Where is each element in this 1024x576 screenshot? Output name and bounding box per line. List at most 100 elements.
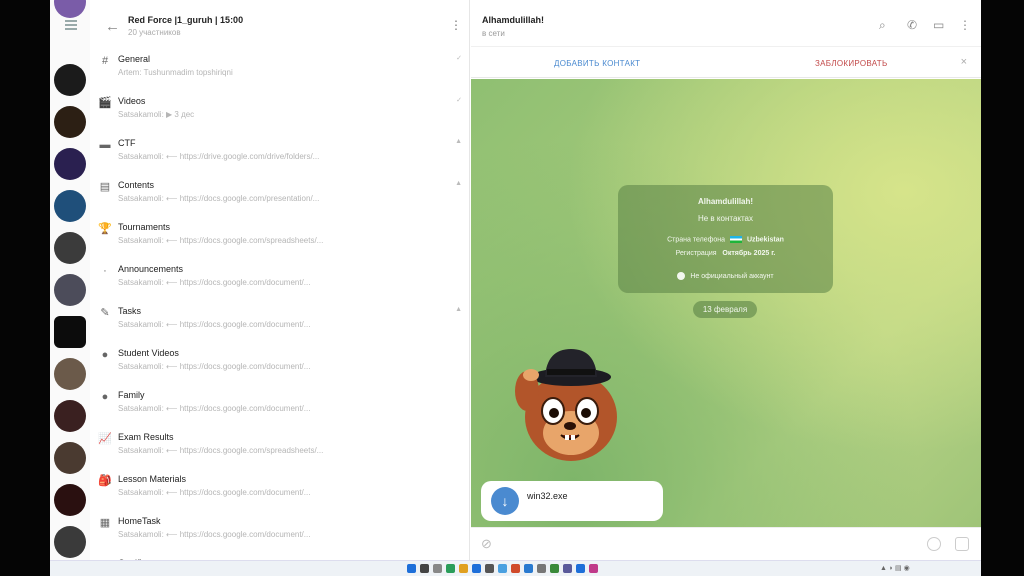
topic-preview: Satsakamoli: ⟵ https://docs.google.com/p… [118, 194, 320, 203]
rail-avatar[interactable] [54, 400, 86, 432]
group-member-count: 20 участников [128, 28, 181, 37]
laptop-icon: ▦ [99, 517, 111, 529]
registration-label: Регистрация [675, 250, 717, 257]
topic-item[interactable]: ▬ CTF Satsakamoli: ⟵ https://drive.google.… [98, 130, 466, 172]
topic-preview: Satsakamoli: ⟵ https://docs.google.com/d… [118, 278, 311, 287]
taskbar-app-icon[interactable] [498, 564, 507, 573]
video-dot-icon: ● [101, 349, 109, 361]
more-vertical-icon[interactable]: ⋮ [959, 18, 971, 32]
topic-item[interactable]: ▤ Contents Satsakamoli: ⟵ https://docs.goo… [98, 172, 466, 214]
add-contact-button[interactable]: ДОБАВИТЬ КОНТАКТ [554, 59, 640, 68]
rail-avatar[interactable] [54, 316, 86, 348]
rail-avatar[interactable] [54, 0, 86, 18]
search-icon[interactable]: ⌕ [879, 18, 886, 33]
topic-status-icon: ▲ [455, 306, 462, 313]
taskbar-app-icon[interactable] [563, 564, 572, 573]
block-button[interactable]: ЗАБЛОКИРОВАТЬ [815, 59, 888, 68]
rail-avatar[interactable] [54, 232, 86, 264]
not-in-contacts-label: Не в контактах [697, 214, 753, 223]
rail-avatar[interactable] [54, 106, 86, 138]
windows-taskbar: ▲ ◗ ▤ ◉ [50, 560, 981, 576]
sidebar-toggle-icon[interactable]: ▭ [933, 18, 944, 32]
chat-title[interactable]: Alhamdulillah! [482, 15, 544, 25]
taskbar-app-icon[interactable] [576, 564, 585, 573]
topic-name: Exam Results [118, 432, 174, 442]
close-icon[interactable]: × [961, 56, 967, 68]
taskbar-app-icon[interactable] [407, 564, 416, 573]
rail-avatar[interactable] [54, 64, 86, 96]
hashtag-icon: # [101, 55, 109, 67]
megaphone-icon: · [103, 265, 107, 277]
microphone-icon[interactable] [955, 537, 969, 551]
topic-name: Student Videos [118, 348, 179, 358]
phone-icon[interactable]: ✆ [907, 18, 917, 32]
rail-avatar[interactable] [54, 274, 86, 306]
unofficial-account-row: Не официальный аккаунт [618, 272, 833, 280]
topic-item[interactable]: 🎒 Lesson Materials Satsakamoli: ⟵ https://… [98, 466, 466, 508]
topic-item[interactable]: ● Student Videos Satsakamoli: ⟵ https://do… [98, 340, 466, 382]
topic-item[interactable]: 🏆 Tournaments Satsakamoli: ⟵ https://docs.… [98, 214, 466, 256]
folder-rail [50, 0, 90, 560]
topic-preview: Satsakamoli: ⟵ https://docs.google.com/d… [118, 362, 311, 371]
taskbar-app-icon[interactable] [459, 564, 468, 573]
menu-icon[interactable] [65, 20, 77, 30]
rail-avatar[interactable] [54, 442, 86, 474]
system-tray[interactable]: ▲ ◗ ▤ ◉ [880, 564, 910, 572]
topic-item[interactable]: 📈 Exam Results Satsakamoli: ⟵ https://docs… [98, 424, 466, 466]
rail-avatar[interactable] [54, 190, 86, 222]
rail-avatar[interactable] [54, 526, 86, 558]
message-composer[interactable]: ⊘ [471, 527, 981, 560]
topic-item[interactable]: ✎ Tasks Satsakamoli: ⟵ https://docs.google… [98, 298, 466, 340]
download-icon[interactable]: ↓ [491, 487, 519, 515]
taskbar-app-icon[interactable] [433, 564, 442, 573]
pencil-icon: ✎ [100, 307, 110, 319]
topic-status-icon: ✓ [456, 55, 462, 62]
taskbar-app-icon[interactable] [537, 564, 546, 573]
topic-name: Videos [118, 96, 146, 106]
topic-preview: Satsakamoli: ⟵ https://docs.google.com/d… [118, 488, 311, 497]
topic-preview: Satsakamoli: ⟵ https://drive.google.com/… [118, 152, 320, 161]
attach-icon[interactable]: ⊘ [481, 536, 492, 552]
info-card-title: Alhamdulillah! [697, 197, 754, 206]
rail-avatar[interactable] [54, 358, 86, 390]
registration-row: Регистрация Октябрь 2025 г. [618, 250, 833, 257]
back-arrow-icon[interactable]: ← [105, 18, 120, 35]
topic-name: Family [118, 390, 145, 400]
taskbar-app-icon[interactable] [550, 564, 559, 573]
topic-item[interactable]: # General Artem: Tushunmadim topshiriqni ✓ [98, 46, 466, 88]
topic-item[interactable]: ▦ HomeTask Satsakamoli: ⟵ https://docs.goo… [98, 508, 466, 550]
topic-status-icon: ✓ [456, 97, 462, 104]
taskbar-app-icon[interactable] [511, 564, 520, 573]
topic-preview: Satsakamoli: ▶ 3 дес [118, 110, 195, 119]
bear-sticker[interactable] [501, 347, 631, 473]
registration-value: Октябрь 2025 г. [722, 250, 776, 257]
topic-preview: Satsakamoli: ⟵ https://docs.google.com/s… [118, 236, 324, 245]
telegram-window: ← Red Force |1_guruh | 15:00 20 участник… [50, 0, 981, 576]
more-vertical-icon[interactable]: ⋮ [450, 18, 462, 32]
chat-header: Alhamdulillah! в сети ⌕ ✆ ▭ ⋮ [471, 0, 981, 46]
info-dot-icon [677, 272, 686, 280]
taskbar-app-icon[interactable] [446, 564, 455, 573]
topic-preview: Satsakamoli: ⟵ https://docs.google.com/d… [118, 530, 311, 539]
file-message[interactable]: ↓ win32.exe [481, 481, 663, 521]
topic-status-icon: ▲ [455, 138, 462, 145]
taskbar-app-icon[interactable] [472, 564, 481, 573]
topic-item[interactable]: 🎬 Videos Satsakamoli: ▶ 3 дес ✓ [98, 88, 466, 130]
taskbar-app-icon[interactable] [589, 564, 598, 573]
topic-preview: Satsakamoli: ⟵ https://docs.google.com/d… [118, 404, 311, 413]
topic-item[interactable]: ● Family Satsakamoli: ⟵ https://docs.googl… [98, 382, 466, 424]
rail-avatar[interactable] [54, 148, 86, 180]
topic-name: HomeTask [118, 516, 161, 526]
monitor-bezel-right [981, 0, 1024, 576]
rail-avatar[interactable] [54, 484, 86, 516]
file-name: win32.exe [527, 491, 568, 501]
emoji-icon[interactable] [927, 537, 941, 551]
taskbar-app-icon[interactable] [485, 564, 494, 573]
topic-item[interactable]: · Announcements Satsakamoli: ⟵ https://doc… [98, 256, 466, 298]
chart-icon: 📈 [98, 433, 112, 445]
phone-country-row: Страна телефона Uzbekistan [618, 236, 833, 243]
topic-name: Contents [118, 180, 155, 190]
chat-pane: Alhamdulillah! в сети ⌕ ✆ ▭ ⋮ ДОБАВИТЬ К… [471, 0, 981, 560]
taskbar-app-icon[interactable] [524, 564, 533, 573]
taskbar-app-icon[interactable] [420, 564, 429, 573]
